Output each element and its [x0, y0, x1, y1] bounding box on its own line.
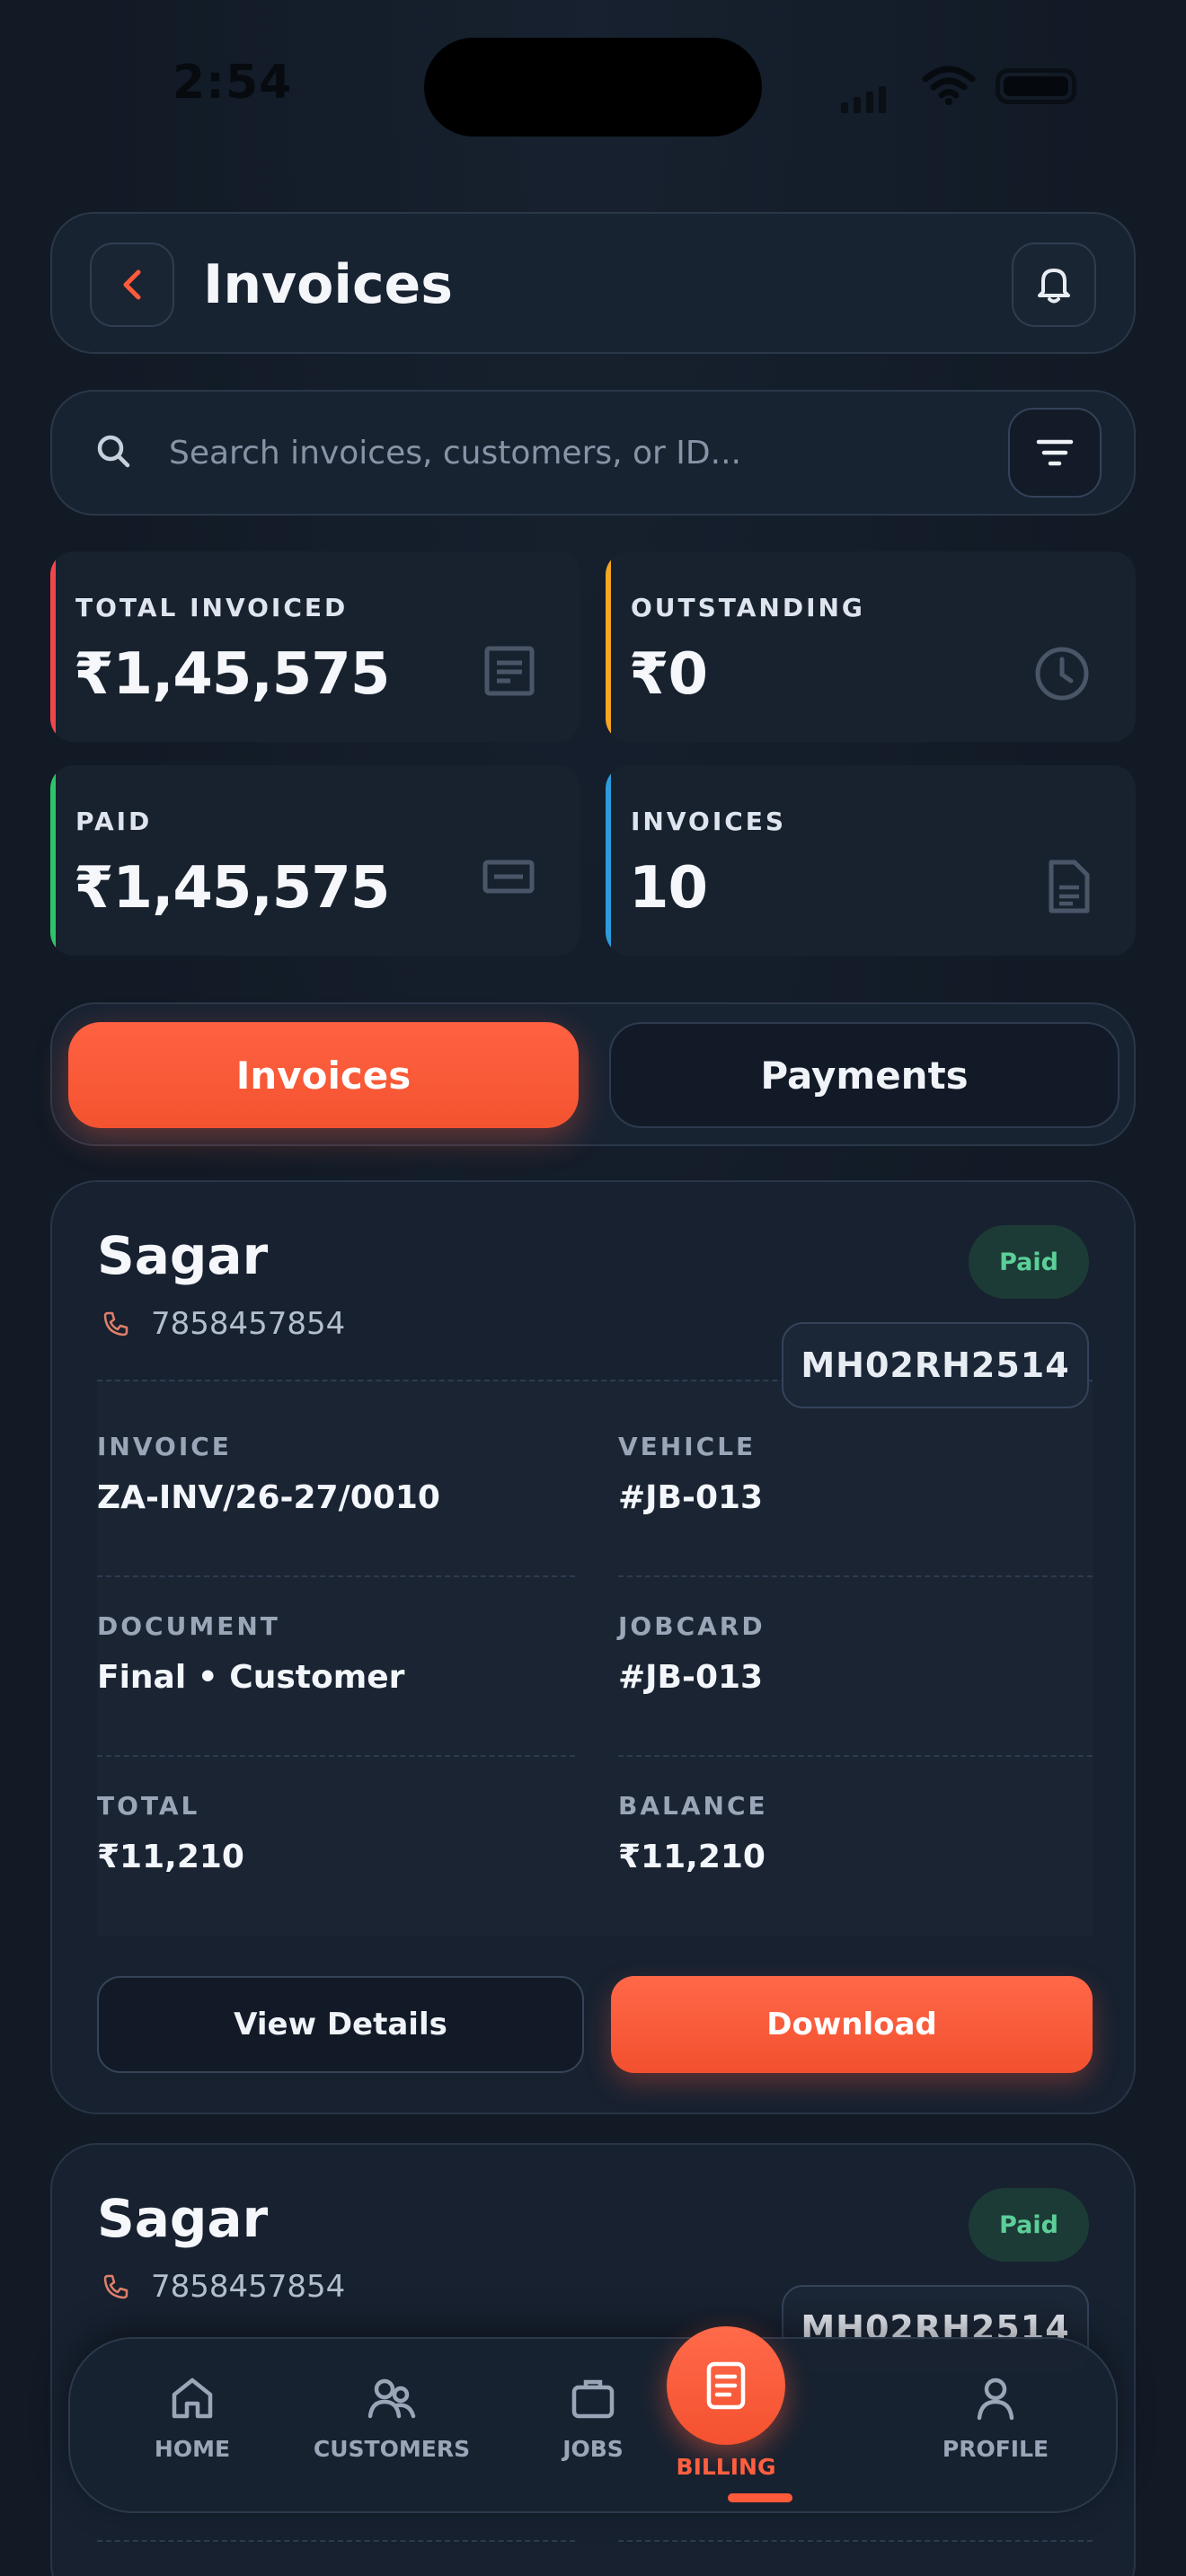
accent-bar	[50, 765, 56, 956]
stat-value: ₹1,45,575	[74, 641, 390, 708]
detail-jobcard: JOBCARD #JB-013	[618, 1611, 1096, 1696]
customer-name: Sagar	[97, 1225, 269, 1286]
divider	[97, 2540, 575, 2542]
card-icon	[482, 860, 535, 894]
phone-number: 7858457854	[151, 1306, 346, 1342]
divider	[97, 1575, 575, 1577]
nav-label: JOBS	[562, 2436, 624, 2462]
divider	[97, 1755, 575, 1757]
stat-value: 10	[629, 855, 708, 922]
detail-label: INVOICE	[97, 1432, 232, 1461]
phone-row: 7858457854	[102, 1306, 345, 1342]
signal-icon	[841, 86, 886, 113]
view-details-button[interactable]: View Details	[97, 1976, 584, 2073]
detail-label: BALANCE	[618, 1791, 768, 1821]
detail-label: DOCUMENT	[97, 1611, 280, 1641]
stat-value: ₹0	[629, 641, 708, 708]
status-badge: Paid	[969, 2188, 1089, 2262]
detail-balance: BALANCE ₹11,210	[618, 1791, 1096, 1875]
detail-value: ZA-INV/26-27/0010	[97, 1479, 440, 1516]
briefcase-icon	[571, 2379, 615, 2419]
document-icon	[1049, 860, 1090, 913]
stat-label: TOTAL INVOICED	[75, 593, 349, 622]
detail-value: ₹11,210	[97, 1839, 244, 1875]
phone-icon	[103, 1311, 128, 1337]
wifi-icon	[922, 66, 976, 105]
stat-value: ₹1,45,575	[74, 855, 390, 922]
accent-bar	[50, 551, 56, 742]
detail-document: DOCUMENT Final • Customer	[97, 1611, 575, 1696]
notifications-button[interactable]	[1012, 243, 1096, 327]
filter-icon	[1036, 439, 1074, 466]
tab-switcher: Invoices Payments	[50, 1002, 1136, 1146]
bell-icon	[1038, 269, 1070, 304]
accent-bar	[606, 765, 611, 956]
users-icon	[367, 2378, 416, 2419]
vehicle-plate: MH02RH2514	[782, 1322, 1089, 1408]
clock-icon	[1035, 647, 1089, 701]
detail-value: #JB-013	[618, 1479, 764, 1516]
nav-jobs[interactable]: JOBS	[503, 2375, 683, 2462]
user-icon	[977, 2378, 1014, 2421]
active-indicator	[728, 2493, 792, 2502]
nav-label: CUSTOMERS	[313, 2436, 471, 2462]
nav-billing[interactable]	[667, 2326, 785, 2445]
search-icon	[97, 435, 130, 468]
detail-total: TOTAL ₹11,210	[97, 1791, 575, 1875]
search-input[interactable]	[169, 426, 942, 480]
nav-profile[interactable]: PROFILE	[906, 2375, 1085, 2462]
stat-card-total-invoiced: TOTAL INVOICED ₹1,45,575	[50, 551, 580, 742]
stat-card-outstanding: OUTSTANDING ₹0	[606, 551, 1136, 742]
tab-invoices[interactable]: Invoices	[68, 1022, 579, 1128]
phone-icon	[103, 2274, 128, 2299]
back-button[interactable]	[90, 243, 174, 327]
divider	[618, 1755, 1093, 1757]
status-badge: Paid	[969, 1225, 1089, 1299]
detail-label: JOBCARD	[618, 1611, 766, 1641]
detail-value: ₹11,210	[618, 1839, 766, 1875]
nav-customers[interactable]: CUSTOMERS	[302, 2375, 482, 2462]
detail-invoice: INVOICE ZA-INV/26-27/0010	[97, 1432, 575, 1516]
phone-row: 7858457854	[102, 2269, 345, 2305]
stat-label: PAID	[75, 807, 153, 836]
bottom-nav: HOME CUSTOMERS JOBS PROFILE	[68, 2337, 1118, 2513]
stat-label: INVOICES	[631, 807, 787, 836]
detail-vehicle: VEHICLE #JB-013	[618, 1432, 1096, 1516]
nav-label: HOME	[154, 2436, 231, 2462]
phone-number: 7858457854	[151, 2269, 346, 2305]
download-button[interactable]: Download	[611, 1976, 1093, 2073]
stat-card-invoices: INVOICES 10	[606, 765, 1136, 956]
invoice-details: INVOICE ZA-INV/26-27/0010 VEHICLE #JB-01…	[97, 1380, 1093, 1936]
detail-value: #JB-013	[618, 1659, 764, 1696]
stat-label: OUTSTANDING	[631, 593, 865, 622]
customer-name: Sagar	[97, 2188, 269, 2249]
invoices-screen: 2:54 Invoices Search invoices, customers…	[0, 0, 1186, 2576]
nav-label: PROFILE	[942, 2436, 1049, 2462]
dynamic-island	[424, 38, 762, 137]
app-header: Invoices	[50, 212, 1136, 354]
divider	[618, 1575, 1093, 1577]
divider	[618, 2540, 1093, 2542]
accent-bar	[606, 551, 611, 742]
detail-value: Final • Customer	[97, 1659, 405, 1696]
home-icon	[172, 2378, 213, 2419]
filter-button[interactable]	[1008, 408, 1102, 498]
detail-label: TOTAL	[97, 1791, 200, 1821]
search-bar	[50, 390, 1136, 516]
page-title: Invoices	[203, 253, 453, 316]
chevron-left-icon	[123, 269, 141, 300]
document-icon	[706, 2361, 746, 2410]
status-time: 2:54	[173, 56, 293, 110]
tab-payments[interactable]: Payments	[609, 1022, 1120, 1128]
receipt-icon	[484, 646, 535, 696]
battery-icon	[996, 68, 1076, 104]
nav-label-billing[interactable]: BILLING	[677, 2454, 776, 2480]
nav-home[interactable]: HOME	[102, 2375, 282, 2462]
stat-card-paid: PAID ₹1,45,575	[50, 765, 580, 956]
invoice-card[interactable]: Sagar 7858457854 Paid INVOICE ZA-INV/26-…	[50, 1180, 1136, 2114]
detail-label: VEHICLE	[618, 1432, 757, 1461]
